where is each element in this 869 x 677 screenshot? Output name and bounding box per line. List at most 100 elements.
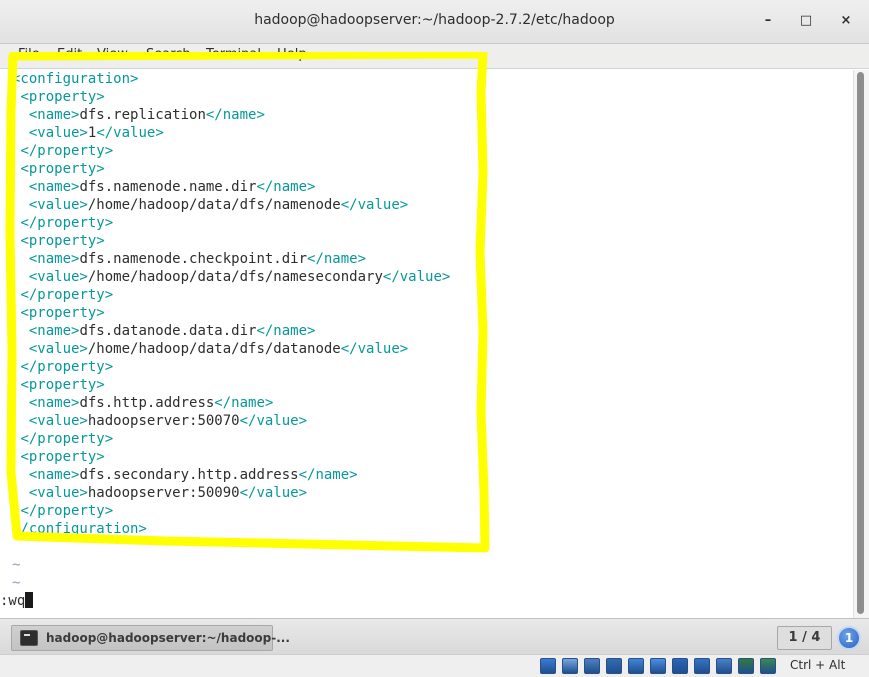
network-icon[interactable] — [606, 658, 622, 674]
optical-drive-icon[interactable] — [562, 658, 578, 674]
xml-close-tag: </name> — [256, 179, 316, 195]
notification-badge-icon[interactable]: 1 — [837, 626, 861, 650]
shared-folders-icon[interactable] — [650, 658, 666, 674]
editor-line: <name>dfs.replication</name> — [12, 106, 450, 124]
editor-line: </configuration> — [12, 520, 450, 538]
xml-open-tag: <value> — [28, 413, 88, 429]
xml-open-tag: <property> — [20, 305, 105, 321]
xml-open-tag: <name> — [28, 395, 80, 411]
editor-buffer[interactable]: <configuration> <property> <name>dfs.rep… — [0, 70, 451, 610]
window-titlebar[interactable]: hadoop@hadoopserver:~/hadoop-2.7.2/etc/h… — [0, 0, 869, 44]
keyboard-capture-icon[interactable] — [760, 658, 776, 674]
editor-line: <name>dfs.secondary.http.address</name> — [12, 466, 450, 484]
xml-text: /home/hadoop/data/dfs/datanode — [87, 341, 341, 357]
taskbar-terminal-label: hadoop@hadoopserver:~/hadoop-... — [46, 631, 290, 645]
vm-status-bar: Ctrl + Alt — [0, 654, 869, 677]
editor-line: </property> — [12, 502, 450, 520]
xml-close-tag: </name> — [307, 251, 367, 267]
hard-disk-icon[interactable] — [540, 658, 556, 674]
display-icon[interactable] — [672, 658, 688, 674]
xml-open-tag: <configuration> — [12, 71, 139, 87]
menu-help[interactable]: Help — [277, 47, 307, 62]
cpu-icon[interactable] — [716, 658, 732, 674]
xml-close-tag: </value> — [340, 341, 409, 357]
editor-line: <configuration> — [12, 70, 450, 88]
vim-command: :wq — [0, 593, 26, 609]
xml-text: hadoopserver:50090 — [87, 485, 240, 501]
host-key-label: Ctrl + Alt — [790, 658, 846, 672]
editor-line: </property> — [12, 286, 450, 304]
xml-open-tag: </configuration> — [12, 521, 147, 537]
video-capture-icon[interactable] — [694, 658, 710, 674]
editor-line: </property> — [12, 214, 450, 232]
xml-open-tag: <value> — [28, 269, 88, 285]
xml-close-tag: </name> — [256, 323, 316, 339]
vim-command-line[interactable]: :wq — [0, 592, 450, 610]
xml-close-tag: </value> — [382, 269, 451, 285]
xml-open-tag: <value> — [28, 485, 88, 501]
editor-line: <value>/home/hadoop/data/dfs/datanode</v… — [12, 340, 450, 358]
xml-open-tag: <name> — [28, 179, 80, 195]
menu-bar: File Edit View Search Terminal Help — [0, 44, 869, 69]
xml-text: dfs.datanode.data.dir — [79, 323, 257, 339]
usb-icon[interactable] — [628, 658, 644, 674]
editor-line: <property> — [12, 376, 450, 394]
close-button[interactable]: × — [836, 11, 856, 31]
minimize-button[interactable]: – — [758, 11, 778, 31]
menu-file[interactable]: File — [18, 47, 40, 62]
menu-search[interactable]: Search — [146, 47, 191, 62]
xml-open-tag: <name> — [28, 323, 80, 339]
taskbar-terminal-button[interactable]: hadoop@hadoopserver:~/hadoop-... — [11, 625, 290, 651]
xml-open-tag: <property> — [20, 161, 105, 177]
empty-line-marker: ~ — [12, 556, 450, 574]
mouse-integration-icon[interactable] — [738, 658, 754, 674]
tilde-marker: ~ — [12, 557, 21, 573]
xml-open-tag: <property> — [20, 89, 105, 105]
workspace-pager[interactable]: 1 / 4 — [777, 626, 832, 650]
xml-open-tag: </property> — [20, 143, 114, 159]
editor-blank-line — [12, 538, 450, 556]
editor-line: <property> — [12, 304, 450, 322]
xml-text: dfs.replication — [79, 107, 206, 123]
xml-text: dfs.http.address — [79, 395, 215, 411]
menu-view[interactable]: View — [97, 47, 128, 62]
xml-open-tag: <value> — [28, 341, 88, 357]
xml-text: dfs.namenode.name.dir — [79, 179, 257, 195]
xml-close-tag: </value> — [96, 125, 164, 141]
editor-line: <name>dfs.datanode.data.dir</name> — [12, 322, 450, 340]
editor-line: </property> — [12, 430, 450, 448]
editor-line: <property> — [12, 448, 450, 466]
menu-terminal[interactable]: Terminal — [206, 47, 261, 62]
xml-open-tag: <value> — [28, 125, 88, 141]
xml-open-tag: </property> — [20, 359, 114, 375]
xml-text: /home/hadoop/data/dfs/namenode — [87, 197, 341, 213]
editor-line: <property> — [12, 232, 450, 250]
terminal-icon — [20, 630, 38, 646]
editor-line: <value>hadoopserver:50070</value> — [12, 412, 450, 430]
editor-line: <name>dfs.namenode.name.dir</name> — [12, 178, 450, 196]
xml-close-tag: </name> — [205, 107, 265, 123]
xml-close-tag: </name> — [298, 467, 358, 483]
scrollbar-thumb[interactable] — [857, 72, 864, 614]
editor-line: <value>hadoopserver:50090</value> — [12, 484, 450, 502]
editor-line: <property> — [12, 88, 450, 106]
xml-open-tag: </property> — [20, 287, 114, 303]
menu-edit[interactable]: Edit — [57, 47, 82, 62]
xml-close-tag: </value> — [239, 413, 308, 429]
xml-open-tag: <name> — [28, 107, 80, 123]
maximize-button[interactable]: □ — [796, 11, 816, 31]
xml-text: /home/hadoop/data/dfs/namesecondary — [87, 269, 383, 285]
xml-open-tag: </property> — [20, 215, 114, 231]
xml-open-tag: <property> — [20, 449, 105, 465]
xml-open-tag: <property> — [20, 233, 105, 249]
xml-text: dfs.namenode.checkpoint.dir — [79, 251, 308, 267]
editor-line: <property> — [12, 160, 450, 178]
terminal-view[interactable]: <configuration> <property> <name>dfs.rep… — [0, 70, 853, 618]
audio-icon[interactable] — [584, 658, 600, 674]
xml-open-tag: <value> — [28, 197, 88, 213]
xml-close-tag: </name> — [214, 395, 274, 411]
xml-open-tag: </property> — [20, 431, 114, 447]
editor-line: </property> — [12, 142, 450, 160]
xml-open-tag: <name> — [28, 251, 80, 267]
taskbar: hadoop@hadoopserver:~/hadoop-... 1 / 4 1 — [0, 618, 869, 654]
